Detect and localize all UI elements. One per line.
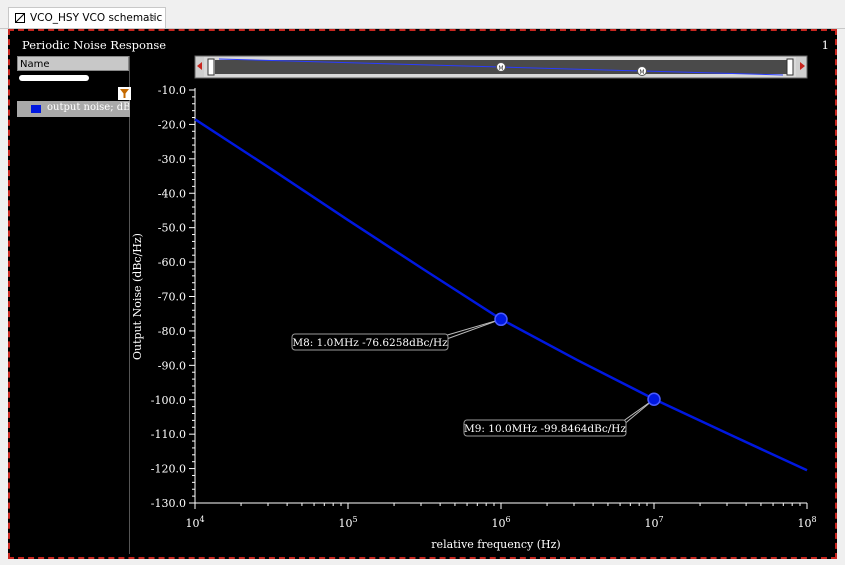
marker-label-text: M8: 1.0MHz -76.6258dBc/Hz (292, 337, 448, 349)
scroll-right-handle[interactable] (786, 58, 794, 76)
y-axis-title: Output Noise (dBc/Hz) (131, 233, 144, 360)
marker-point-m9[interactable] (647, 392, 661, 406)
y-tick-label: -100.0 (151, 394, 186, 407)
y-tick-label: -70.0 (158, 291, 186, 304)
marker-leader-line (443, 318, 502, 341)
x-axis-overview-scrollbar[interactable]: MM (194, 55, 808, 79)
marker-leader-line (443, 318, 502, 337)
x-tick-label: 108 (797, 515, 816, 530)
y-tick-label: -80.0 (158, 325, 186, 338)
y-tick-label: -110.0 (151, 428, 186, 441)
marker-point-m8[interactable] (494, 312, 508, 327)
y-tick-label: -40.0 (158, 187, 186, 200)
y-tick-label: -10.0 (158, 84, 186, 97)
series-line-output-noise (194, 118, 808, 472)
y-tick-label: -90.0 (158, 359, 186, 372)
y-tick-label: -30.0 (158, 153, 186, 166)
y-tick-label: -50.0 (158, 222, 186, 235)
y-tick-label: -60.0 (158, 256, 186, 269)
x-axis-title: relative frequency (Hz) (431, 538, 560, 551)
y-tick-label: -130.0 (151, 497, 186, 510)
x-tick-label: 107 (644, 515, 663, 530)
overview-marker-icon-label: M (639, 69, 644, 76)
x-tick-label: 105 (338, 515, 357, 530)
scroll-left-handle[interactable] (207, 58, 215, 76)
overview-marker-icon-label: M (498, 65, 503, 72)
noise-plot: MM -10.0-20.0-30.0-40.0-50.0-60.0-70.0-8… (131, 55, 817, 551)
x-tick-label: 104 (185, 515, 204, 530)
y-tick-label: -20.0 (158, 118, 186, 131)
y-tick-label: -120.0 (151, 463, 186, 476)
x-tick-label: 106 (491, 515, 510, 530)
marker-label-text: M9: 10.0MHz -99.8464dBc/Hz (464, 423, 626, 435)
